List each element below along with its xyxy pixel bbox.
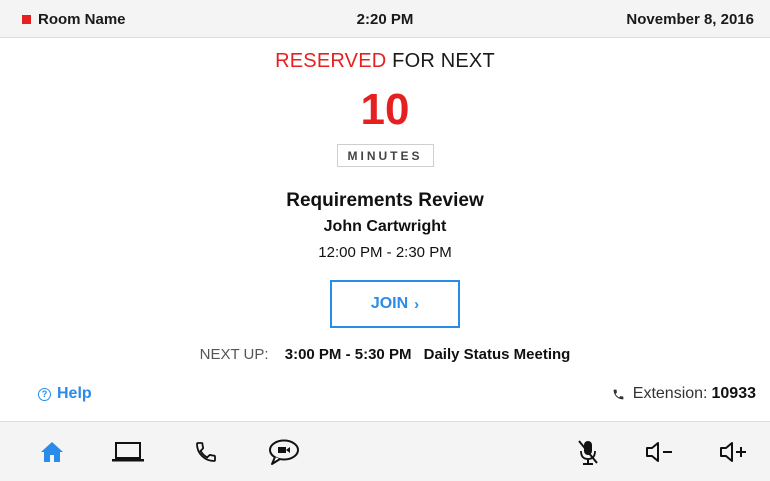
mic-mute-button[interactable] [570,436,606,468]
meeting-organizer: John Cartwright [323,218,447,235]
volume-down-icon [646,442,672,462]
volume-up-button[interactable] [716,436,752,468]
reservation-heading: RESERVED FOR NEXT [0,50,770,73]
phone-small-icon [612,388,625,401]
phone-icon [196,442,216,462]
home-button[interactable] [34,436,70,468]
extension-number: 10933 [711,385,757,402]
mic-muted-icon [578,440,598,465]
current-date: November 8, 2016 [626,11,754,28]
countdown-unit-wrap: MINUTES [0,144,770,167]
help-link[interactable]: ? Help [38,385,92,403]
reserved-rest: FOR NEXT [392,50,495,72]
chat-video-icon [269,439,299,465]
reserved-word: RESERVED [275,50,387,72]
top-status-bar: Room Name 2:20 PM November 8, 2016 [0,0,770,38]
join-label: JOIN [370,295,409,312]
extension-info: Extension: 10933 [612,385,756,403]
countdown-unit: MINUTES [336,144,434,167]
next-up-row: NEXT UP: 3:00 PM - 5:30 PM Daily Status … [0,346,770,363]
phone-button[interactable] [188,436,224,468]
countdown-value: 10 [360,85,410,134]
laptop-button[interactable] [110,436,146,468]
room-status-indicator [22,15,31,24]
room-name: Room Name [22,11,126,28]
join-button[interactable]: JOIN › [330,280,460,328]
home-icon [41,442,63,462]
help-circle-icon: ? [38,387,51,401]
bottom-toolbar [0,421,770,481]
volume-up-icon [720,442,746,462]
next-up-time: 3:00 PM - 5:30 PM [284,346,412,363]
video-chat-button[interactable] [266,436,302,468]
meeting-time: 12:00 PM - 2:30 PM [318,244,452,261]
help-label: Help [57,385,92,402]
next-up-title: Daily Status Meeting [423,346,571,363]
meeting-title: Requirements Review [286,190,484,211]
next-up-label: NEXT UP: [199,346,269,363]
room-name-label: Room Name [38,11,126,28]
laptop-icon [112,442,144,462]
extension-label: Extension: [632,385,708,402]
volume-down-button[interactable] [642,436,678,468]
chevron-right-icon: › [414,295,420,313]
